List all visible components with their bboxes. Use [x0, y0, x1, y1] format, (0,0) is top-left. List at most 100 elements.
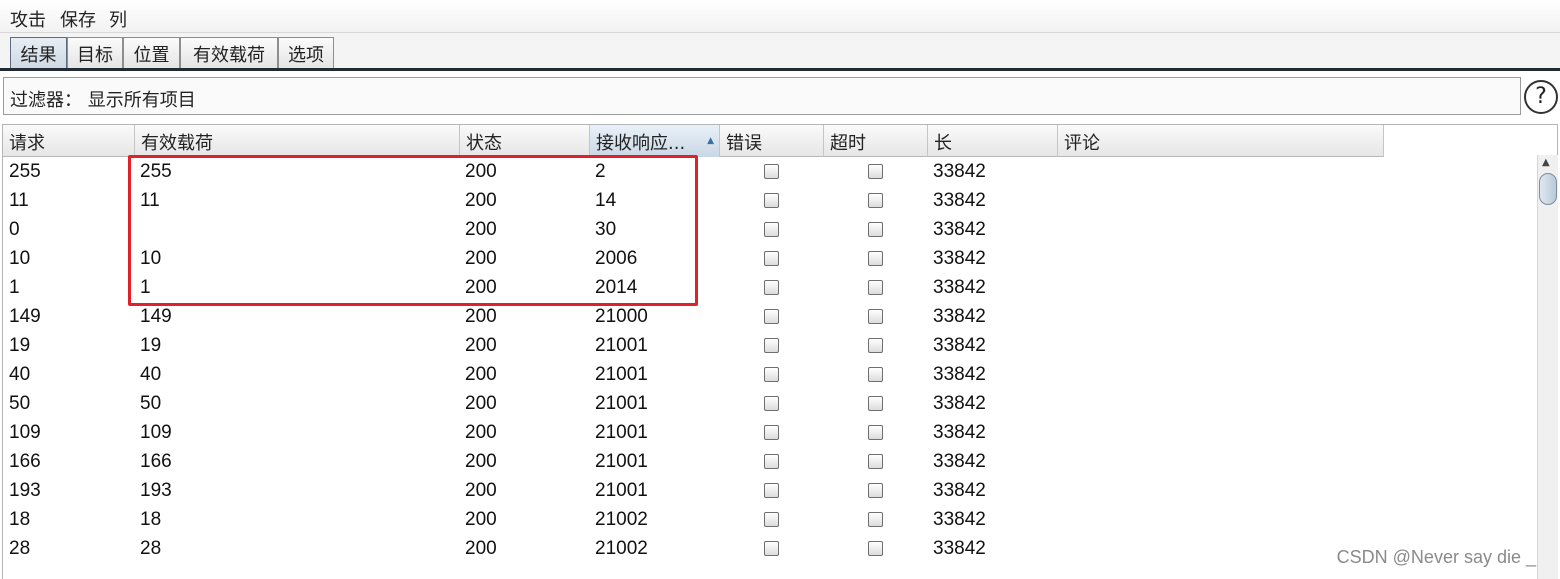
- cell-payload: 149: [140, 306, 172, 327]
- column-header-request[interactable]: 请求: [3, 125, 135, 157]
- scroll-thumb[interactable]: [1539, 173, 1557, 205]
- cell-status: 200: [465, 219, 497, 240]
- column-header-timeout[interactable]: 超时: [824, 125, 928, 157]
- cell-status: 200: [465, 451, 497, 472]
- table-row[interactable]: 40 40 200 21001 33842: [3, 361, 1384, 390]
- error-checkbox[interactable]: [764, 454, 779, 469]
- error-checkbox[interactable]: [764, 164, 779, 179]
- cell-payload: 193: [140, 480, 172, 501]
- cell-length: 33842: [933, 219, 986, 240]
- timeout-checkbox[interactable]: [868, 512, 883, 527]
- table-row[interactable]: 11 11 200 14 33842: [3, 187, 1384, 216]
- cell-length: 33842: [933, 306, 986, 327]
- cell-request: 166: [9, 451, 41, 472]
- cell-length: 33842: [933, 364, 986, 385]
- menu-save[interactable]: 保存: [60, 6, 96, 32]
- cell-length: 33842: [933, 538, 986, 559]
- menu-columns[interactable]: 列: [109, 6, 127, 32]
- table-row[interactable]: 0 200 30 33842: [3, 216, 1384, 245]
- cell-status: 200: [465, 393, 497, 414]
- cell-status: 200: [465, 509, 497, 530]
- table-row[interactable]: 149 149 200 21000 33842: [3, 303, 1384, 332]
- table-row[interactable]: 28 28 200 21002 33842: [3, 535, 1384, 564]
- timeout-checkbox[interactable]: [868, 338, 883, 353]
- cell-length: 33842: [933, 480, 986, 501]
- column-header-length[interactable]: 长: [928, 125, 1058, 157]
- cell-request: 11: [9, 190, 29, 211]
- cell-payload: 50: [140, 393, 162, 414]
- error-checkbox[interactable]: [764, 338, 779, 353]
- table-row[interactable]: 109 109 200 21001 33842: [3, 419, 1384, 448]
- cell-length: 33842: [933, 161, 986, 182]
- cell-payload: 18: [140, 509, 162, 530]
- timeout-checkbox[interactable]: [868, 280, 883, 295]
- table-row[interactable]: 50 50 200 21001 33842: [3, 390, 1384, 419]
- cell-request: 193: [9, 480, 41, 501]
- tab-payloads[interactable]: 有效载荷: [180, 37, 278, 69]
- timeout-checkbox[interactable]: [868, 425, 883, 440]
- scroll-up-icon[interactable]: ▲: [1542, 157, 1550, 168]
- table-row[interactable]: 19 19 200 21001 33842: [3, 332, 1384, 361]
- timeout-checkbox[interactable]: [868, 541, 883, 556]
- tab-target[interactable]: 目标: [67, 37, 123, 69]
- cell-response-received: 2014: [595, 277, 638, 298]
- timeout-checkbox[interactable]: [868, 396, 883, 411]
- table-row[interactable]: 18 18 200 21002 33842: [3, 506, 1384, 535]
- cell-request: 19: [9, 335, 31, 356]
- cell-status: 200: [465, 277, 497, 298]
- timeout-checkbox[interactable]: [868, 309, 883, 324]
- tab-results[interactable]: 结果: [10, 37, 67, 69]
- error-checkbox[interactable]: [764, 512, 779, 527]
- column-header-response-received-label: 接收响应...: [596, 133, 686, 154]
- menu-attack[interactable]: 攻击: [10, 6, 46, 32]
- cell-response-received: 21001: [595, 393, 648, 414]
- timeout-checkbox[interactable]: [868, 454, 883, 469]
- timeout-checkbox[interactable]: [868, 367, 883, 382]
- timeout-checkbox[interactable]: [868, 222, 883, 237]
- error-checkbox[interactable]: [764, 251, 779, 266]
- filter-label[interactable]: 过滤器： 显示所有项目: [10, 86, 196, 112]
- vertical-scrollbar[interactable]: ▲: [1537, 155, 1558, 579]
- cell-payload: 166: [140, 451, 172, 472]
- tab-divider: [0, 68, 1560, 71]
- cell-response-received: 21001: [595, 480, 648, 501]
- cell-length: 33842: [933, 393, 986, 414]
- error-checkbox[interactable]: [764, 309, 779, 324]
- error-checkbox[interactable]: [764, 222, 779, 237]
- table-row[interactable]: 166 166 200 21001 33842: [3, 448, 1384, 477]
- table-row[interactable]: 193 193 200 21001 33842: [3, 477, 1384, 506]
- tab-positions[interactable]: 位置: [123, 37, 180, 69]
- error-checkbox[interactable]: [764, 367, 779, 382]
- cell-request: 1: [9, 277, 20, 298]
- error-checkbox[interactable]: [764, 541, 779, 556]
- table-row[interactable]: 1 1 200 2014 33842: [3, 274, 1384, 303]
- cell-response-received: 21001: [595, 422, 648, 443]
- cell-response-received: 21002: [595, 538, 648, 559]
- cell-status: 200: [465, 190, 497, 211]
- timeout-checkbox[interactable]: [868, 251, 883, 266]
- tab-options[interactable]: 选项: [278, 37, 334, 69]
- error-checkbox[interactable]: [764, 483, 779, 498]
- timeout-checkbox[interactable]: [868, 483, 883, 498]
- timeout-checkbox[interactable]: [868, 193, 883, 208]
- cell-status: 200: [465, 248, 497, 269]
- column-header-error[interactable]: 错误: [720, 125, 824, 157]
- error-checkbox[interactable]: [764, 280, 779, 295]
- timeout-checkbox[interactable]: [868, 164, 883, 179]
- cell-response-received: 2006: [595, 248, 638, 269]
- error-checkbox[interactable]: [764, 396, 779, 411]
- cell-status: 200: [465, 335, 497, 356]
- column-header-comment[interactable]: 评论: [1058, 125, 1384, 157]
- column-header-status[interactable]: 状态: [460, 125, 590, 157]
- sort-ascending-icon: ▲: [707, 136, 714, 146]
- cell-status: 200: [465, 422, 497, 443]
- column-header-response-received[interactable]: 接收响应... ▲: [590, 125, 720, 157]
- table-row[interactable]: 255 255 200 2 33842: [3, 158, 1384, 187]
- column-header-payload[interactable]: 有效载荷: [135, 125, 460, 157]
- cell-request: 255: [9, 161, 41, 182]
- help-icon[interactable]: ?: [1524, 80, 1558, 114]
- table-row[interactable]: 10 10 200 2006 33842: [3, 245, 1384, 274]
- filter-bar[interactable]: 过滤器： 显示所有项目: [3, 77, 1521, 115]
- error-checkbox[interactable]: [764, 425, 779, 440]
- error-checkbox[interactable]: [764, 193, 779, 208]
